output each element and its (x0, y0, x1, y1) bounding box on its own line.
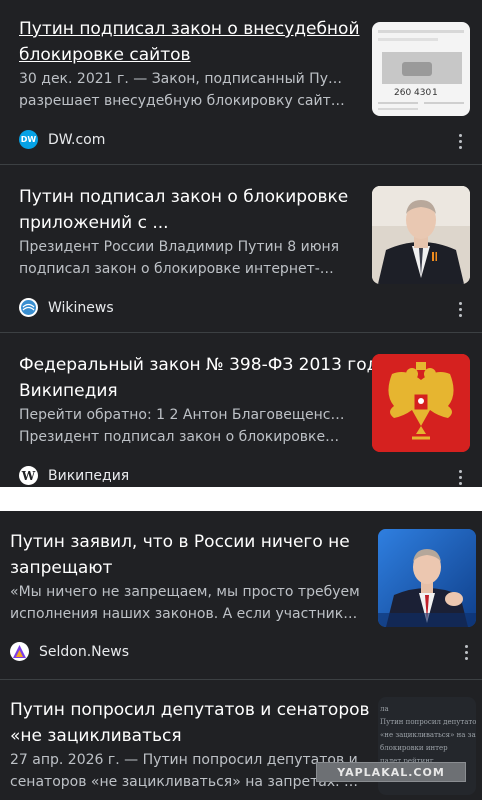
thumbnail-text: 1 (432, 88, 438, 98)
wikipedia-logo-icon: W (19, 466, 38, 485)
result-thumbnail[interactable] (378, 529, 476, 627)
result-title[interactable]: Федеральный закон № 398-ФЗ 2013 года - В… (19, 352, 400, 404)
divider (0, 679, 482, 680)
result-title[interactable]: Путин подписал закон о внесудебной блоки… (19, 16, 360, 68)
result-snippet: «Мы ничего не запрещаем, мы просто требу… (10, 584, 366, 622)
source-name: Wikinews (48, 299, 114, 316)
divider (0, 164, 482, 165)
result-thumbnail[interactable]: 260 430 1 (372, 22, 470, 116)
more-options-icon[interactable] (450, 467, 470, 487)
result-title[interactable]: Путин подписал закон о блокировке прилож… (19, 184, 348, 236)
result-title[interactable]: Путин заявил, что в России ничего не зап… (10, 529, 350, 581)
search-results-panel-bottom: Путин заявил, что в России ничего не зап… (0, 511, 482, 800)
seldon-logo-icon (10, 642, 29, 661)
result-thumbnail[interactable] (372, 354, 470, 452)
dw-logo-icon: DW (19, 130, 38, 149)
thumbnail-text: ла Путин попросил депутатов и «не зацикл… (380, 705, 476, 765)
source-name: DW.com (48, 131, 106, 148)
divider (0, 332, 482, 333)
result-source[interactable]: Seldon.News (10, 642, 129, 661)
search-results-panel-top: Путин подписал закон о внесудебной блоки… (0, 0, 482, 487)
watermark: YAPLAKAL.COM (316, 762, 466, 782)
result-snippet: 27 апр. 2026 г. — Путин попросил депутат… (10, 752, 366, 790)
source-name: Seldon.News (39, 643, 129, 660)
wikinews-logo-icon (19, 298, 38, 317)
result-source[interactable]: W Википедия (19, 466, 129, 485)
result-snippet: Президент России Владимир Путин 8 июня п… (19, 239, 340, 277)
more-options-icon[interactable] (450, 131, 470, 151)
coat-of-arms-icon (372, 354, 470, 452)
result-source[interactable]: Wikinews (19, 298, 114, 317)
more-options-icon[interactable] (456, 642, 476, 662)
thumbnail-text: 260 430 (394, 88, 432, 98)
more-options-icon[interactable] (450, 299, 470, 319)
source-name: Википедия (48, 467, 130, 484)
result-snippet: 30 дек. 2021 г. — Закон, подписанный Пут… (19, 71, 349, 109)
result-snippet: Перейти обратно: 1 2 Антон Благовещенски… (19, 407, 349, 445)
result-thumbnail[interactable] (372, 186, 470, 284)
result-title[interactable]: Путин попросил депутатов и сенаторов «не… (10, 697, 370, 749)
result-source[interactable]: DW DW.com (19, 130, 105, 149)
